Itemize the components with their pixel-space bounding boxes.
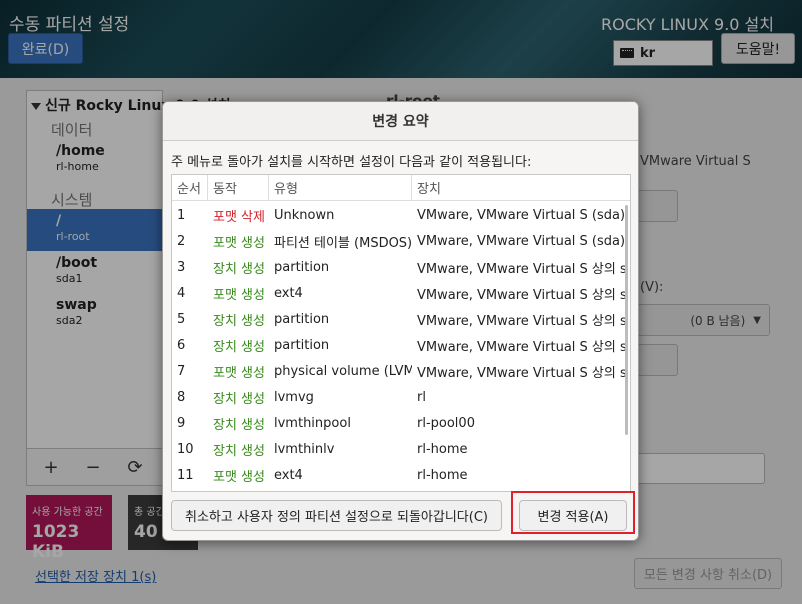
- row-device: VMware, VMware Virtual S (sda): [417, 207, 625, 223]
- column-header-device[interactable]: 장치: [412, 175, 630, 201]
- dialog-title: 변경 요약: [163, 102, 638, 141]
- row-order: 4: [177, 285, 186, 301]
- row-order: 2: [177, 233, 186, 249]
- table-scrollbar[interactable]: [625, 205, 628, 435]
- row-action: 포맷 생성: [213, 287, 265, 303]
- cancel-return-button[interactable]: 취소하고 사용자 정의 파티션 설정으로 되돌아갑니다(C): [171, 500, 502, 531]
- table-row: 2 포맷 생성 파티션 테이블 (MSDOS) VMware, VMware Virt…: [172, 228, 630, 254]
- row-type: 파티션 테이블 (MSDOS): [274, 235, 412, 251]
- row-order: 11: [177, 467, 194, 483]
- row-type: lvmthinlv: [274, 441, 335, 457]
- row-type: ext4: [274, 467, 303, 483]
- row-action: 장치 생성: [213, 313, 265, 329]
- column-header-type[interactable]: 유형: [269, 175, 412, 201]
- changes-table: 순서 동작 유형 장치 1 포맷 삭제 Unknown VMware, VMware …: [171, 174, 631, 492]
- row-action: 장치 생성: [213, 443, 265, 459]
- row-device: VMware, VMware Virtual S 상의 sda3: [417, 365, 625, 381]
- row-action: 포맷 생성: [213, 235, 265, 251]
- row-action: 장치 생성: [213, 391, 265, 407]
- row-device: rl-home: [417, 441, 468, 457]
- row-order: 9: [177, 415, 186, 431]
- row-action: 포맷 삭제: [213, 209, 265, 225]
- table-row: 11 포맷 생성 ext4 rl-home: [172, 462, 630, 488]
- table-row: 9 장치 생성 lvmthinpool rl-pool00: [172, 410, 630, 436]
- row-order: 5: [177, 311, 186, 327]
- row-device: rl-pool00: [417, 415, 475, 431]
- row-type: partition: [274, 337, 330, 353]
- table-row: 5 장치 생성 partition VMware, VMware Virtual S …: [172, 306, 630, 332]
- row-type: Unknown: [274, 207, 335, 223]
- table-row: 7 포맷 생성 physical volume (LVM) VMware, VMwar…: [172, 358, 630, 384]
- row-action: 장치 생성: [213, 261, 265, 277]
- row-device: VMware, VMware Virtual S 상의 sda1: [417, 287, 625, 303]
- row-order: 1: [177, 207, 186, 223]
- table-row: 3 장치 생성 partition VMware, VMware Virtual S …: [172, 254, 630, 280]
- row-device: VMware, VMware Virtual S 상의 sda1: [417, 261, 625, 277]
- row-order: 3: [177, 259, 186, 275]
- row-device: VMware, VMware Virtual S 상의 sda2: [417, 313, 625, 329]
- table-row: 6 장치 생성 partition VMware, VMware Virtual S …: [172, 332, 630, 358]
- row-type: partition: [274, 311, 330, 327]
- row-type: physical volume (LVM): [274, 363, 412, 379]
- table-row: 10 장치 생성 lvmthinlv rl-home: [172, 436, 630, 462]
- row-device: rl: [417, 389, 426, 405]
- row-type: partition: [274, 259, 330, 275]
- row-device: VMware, VMware Virtual S 상의 sda3: [417, 339, 625, 355]
- row-action: 포맷 생성: [213, 469, 265, 485]
- table-row: 4 포맷 생성 ext4 VMware, VMware Virtual S 상의 sd…: [172, 280, 630, 306]
- column-header-action[interactable]: 동작: [208, 175, 269, 201]
- table-row: 8 장치 생성 lvmvg rl: [172, 384, 630, 410]
- apply-button-highlight: [511, 491, 635, 534]
- row-action: 포맷 생성: [213, 365, 265, 381]
- row-order: 8: [177, 389, 186, 405]
- row-action: 장치 생성: [213, 339, 265, 355]
- table-row: 1 포맷 삭제 Unknown VMware, VMware Virtual S (s…: [172, 202, 630, 228]
- table-header: 순서 동작 유형 장치: [172, 175, 630, 201]
- row-device: VMware, VMware Virtual S (sda): [417, 233, 625, 249]
- row-type: lvmthinpool: [274, 415, 351, 431]
- row-type: ext4: [274, 285, 303, 301]
- row-action: 장치 생성: [213, 417, 265, 433]
- row-type: lvmvg: [274, 389, 314, 405]
- dialog-message: 주 메뉴로 돌아가 설치를 시작하면 설정이 다음과 같이 적용됩니다:: [171, 155, 532, 170]
- row-order: 10: [177, 441, 194, 457]
- row-device: rl-home: [417, 467, 468, 483]
- column-header-order[interactable]: 순서: [172, 175, 208, 201]
- row-order: 7: [177, 363, 186, 379]
- summary-of-changes-dialog: 변경 요약 주 메뉴로 돌아가 설치를 시작하면 설정이 다음과 같이 적용됩니…: [162, 101, 639, 541]
- row-order: 6: [177, 337, 186, 353]
